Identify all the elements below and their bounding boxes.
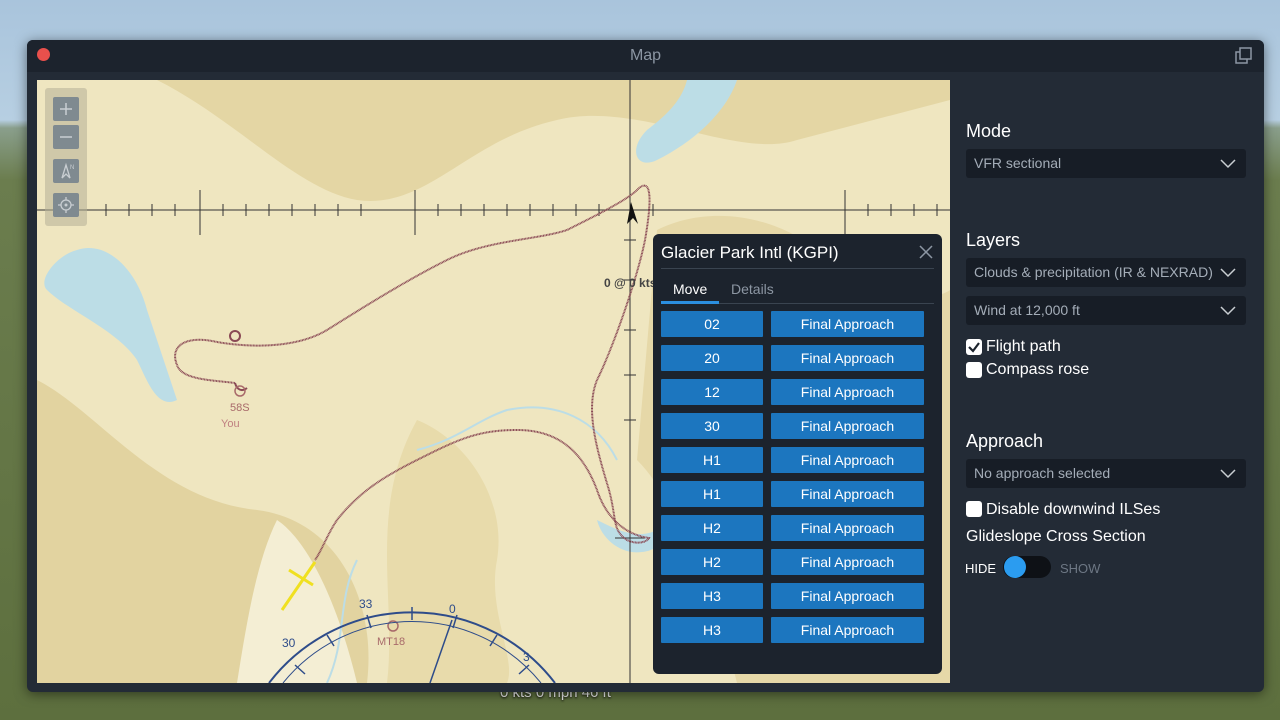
flight-path-checkbox[interactable]	[966, 339, 982, 355]
map-settings-panel: Mode VFR sectional Layers Clouds & preci…	[965, 80, 1256, 683]
you-label: You	[221, 418, 240, 430]
wind-layer-select[interactable]: Wind at 12,000 ft	[966, 296, 1246, 325]
tab-move[interactable]: Move	[673, 281, 707, 297]
weather-layer-value: Clouds & precipitation (IR & NEXRAD)	[974, 264, 1213, 280]
runway-button[interactable]: H2	[661, 515, 763, 541]
chevron-down-icon	[1220, 159, 1236, 169]
glideslope-label: Glideslope Cross Section	[966, 528, 1146, 545]
zoom-out-button[interactable]	[53, 125, 79, 149]
divider	[661, 268, 934, 269]
final-approach-button[interactable]: Final Approach	[771, 583, 924, 609]
final-approach-button[interactable]: Final Approach	[771, 549, 924, 575]
runway-button[interactable]: 02	[661, 311, 763, 337]
approach-heading: Approach	[966, 431, 1044, 451]
mode-heading: Mode	[966, 121, 1012, 141]
compass-label-30: 30	[282, 636, 296, 650]
zoom-in-button[interactable]	[53, 97, 79, 121]
map-controls: N	[45, 88, 87, 226]
disable-downwind-checkbox[interactable]	[966, 501, 982, 517]
runway-button[interactable]: H1	[661, 481, 763, 507]
compass-rose-checkbox[interactable]	[966, 362, 982, 378]
approach-value: No approach selected	[974, 465, 1111, 481]
window-title: Map	[629, 47, 662, 64]
glideslope-toggle[interactable]	[1003, 556, 1051, 578]
compass-label-3: 3	[523, 650, 530, 664]
check-icon	[968, 342, 980, 353]
airport-title: Glacier Park Intl (KGPI)	[661, 243, 839, 262]
final-approach-button[interactable]: Final Approach	[771, 345, 924, 371]
runway-button[interactable]: H3	[661, 583, 763, 609]
compass-rose-label[interactable]: Compass rose	[986, 361, 1089, 379]
toggle-knob[interactable]	[1004, 556, 1026, 578]
minus-icon	[60, 136, 72, 138]
disable-downwind-label[interactable]: Disable downwind ILSes	[986, 501, 1160, 519]
chevron-down-icon	[1220, 268, 1236, 278]
close-icon[interactable]	[918, 244, 934, 260]
final-approach-button[interactable]: Final Approach	[771, 617, 924, 643]
plus-icon	[60, 103, 72, 115]
compass-label-n: 0	[449, 602, 456, 616]
toggle-show-label: SHOW	[1060, 561, 1101, 576]
locate-icon	[58, 197, 74, 213]
speed-label: 0 @ 0 kts	[604, 276, 657, 290]
approach-select[interactable]: No approach selected	[966, 459, 1246, 488]
airport-popup: Glacier Park Intl (KGPI) Move Details 02…	[653, 234, 942, 674]
map-window: Map N 0 @ 0 kts 58S You MT18 0 33 30 3 M…	[27, 40, 1264, 692]
wind-layer-value: Wind at 12,000 ft	[974, 302, 1080, 318]
final-approach-button[interactable]: Final Approach	[771, 379, 924, 405]
final-approach-button[interactable]: Final Approach	[771, 413, 924, 439]
runway-button[interactable]: H1	[661, 447, 763, 473]
runway-button[interactable]: 20	[661, 345, 763, 371]
runway-button[interactable]: 30	[661, 413, 763, 439]
final-approach-button[interactable]: Final Approach	[771, 311, 924, 337]
popout-window-icon[interactable]	[1234, 46, 1254, 66]
chevron-down-icon	[1220, 306, 1236, 316]
compass-label-33: 33	[359, 597, 373, 611]
airport-label-58s: 58S	[230, 402, 250, 414]
final-approach-button[interactable]: Final Approach	[771, 447, 924, 473]
final-approach-button[interactable]: Final Approach	[771, 481, 924, 507]
layers-heading: Layers	[966, 230, 1021, 250]
runway-button[interactable]: H2	[661, 549, 763, 575]
active-tab-indicator	[661, 301, 719, 304]
toggle-hide-label: HIDE	[965, 561, 997, 576]
runway-button[interactable]: H3	[661, 617, 763, 643]
north-up-button[interactable]: N	[53, 159, 79, 183]
svg-text:N: N	[70, 165, 74, 171]
flight-path-label[interactable]: Flight path	[986, 338, 1061, 356]
weather-layer-select[interactable]: Clouds & precipitation (IR & NEXRAD)	[966, 258, 1246, 287]
chevron-down-icon	[1220, 469, 1236, 479]
center-on-aircraft-button[interactable]	[53, 193, 79, 217]
north-arrow-icon: N	[61, 162, 74, 179]
mode-value: VFR sectional	[974, 155, 1062, 171]
airport-label-mt18: MT18	[377, 636, 406, 648]
runway-button[interactable]: 12	[661, 379, 763, 405]
tab-details[interactable]: Details	[731, 281, 774, 297]
mode-select[interactable]: VFR sectional	[966, 149, 1246, 178]
final-approach-button[interactable]: Final Approach	[771, 515, 924, 541]
title-bar[interactable]: Map	[27, 40, 1264, 72]
